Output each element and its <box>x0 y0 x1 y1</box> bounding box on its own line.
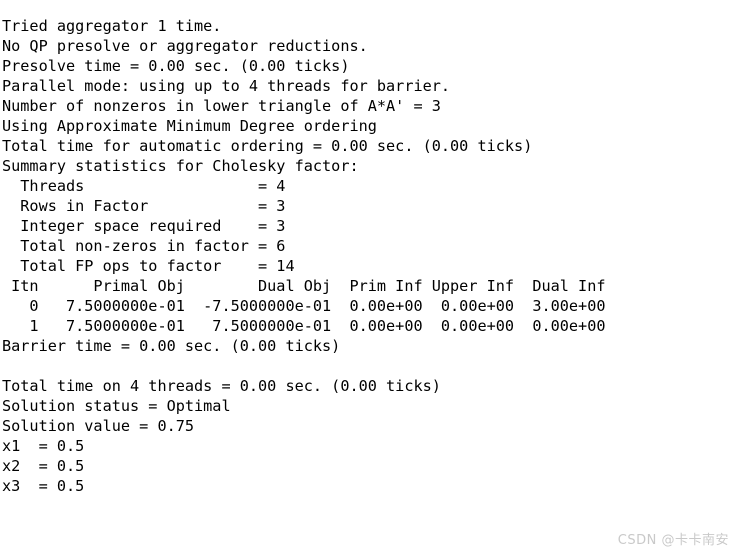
console-line-12: Total FP ops to factor = 14 <box>2 257 295 276</box>
console-line-5: Using Approximate Minimum Degree orderin… <box>2 117 377 136</box>
console-line-16: Barrier time = 0.00 sec. (0.00 ticks) <box>2 337 341 356</box>
console-line-8: Threads = 4 <box>2 177 286 196</box>
console-line-22: x2 = 0.5 <box>2 457 85 476</box>
console-line-14: 0 7.5000000e-01 -7.5000000e-01 0.00e+00 … <box>2 297 606 316</box>
console-line-6: Total time for automatic ordering = 0.00… <box>2 137 533 156</box>
console-line-7: Summary statistics for Cholesky factor: <box>2 157 359 176</box>
console-line-9: Rows in Factor = 3 <box>2 197 286 216</box>
console-line-1: No QP presolve or aggregator reductions. <box>2 37 368 56</box>
console-line-3: Parallel mode: using up to 4 threads for… <box>2 77 451 96</box>
console-line-18: Total time on 4 threads = 0.00 sec. (0.0… <box>2 377 441 396</box>
console-line-13: Itn Primal Obj Dual Obj Prim Inf Upper I… <box>2 277 606 296</box>
csdn-watermark: CSDN @卡卡南安 <box>617 533 729 548</box>
console-line-2: Presolve time = 0.00 sec. (0.00 ticks) <box>2 57 350 76</box>
console-line-0: Tried aggregator 1 time. <box>2 17 222 36</box>
console-line-19: Solution status = Optimal <box>2 397 231 416</box>
console-line-17 <box>2 356 737 376</box>
console-line-4: Number of nonzeros in lower triangle of … <box>2 97 441 116</box>
console-output[interactable]: Tried aggregator 1 time. No QP presolve o… <box>2 16 737 496</box>
console-line-10: Integer space required = 3 <box>2 217 286 236</box>
console-line-21: x1 = 0.5 <box>2 437 85 456</box>
console-line-15: 1 7.5000000e-01 7.5000000e-01 0.00e+00 0… <box>2 317 606 336</box>
console-line-20: Solution value = 0.75 <box>2 417 195 436</box>
console-line-11: Total non-zeros in factor = 6 <box>2 237 286 256</box>
console-line-23: x3 = 0.5 <box>2 477 85 496</box>
